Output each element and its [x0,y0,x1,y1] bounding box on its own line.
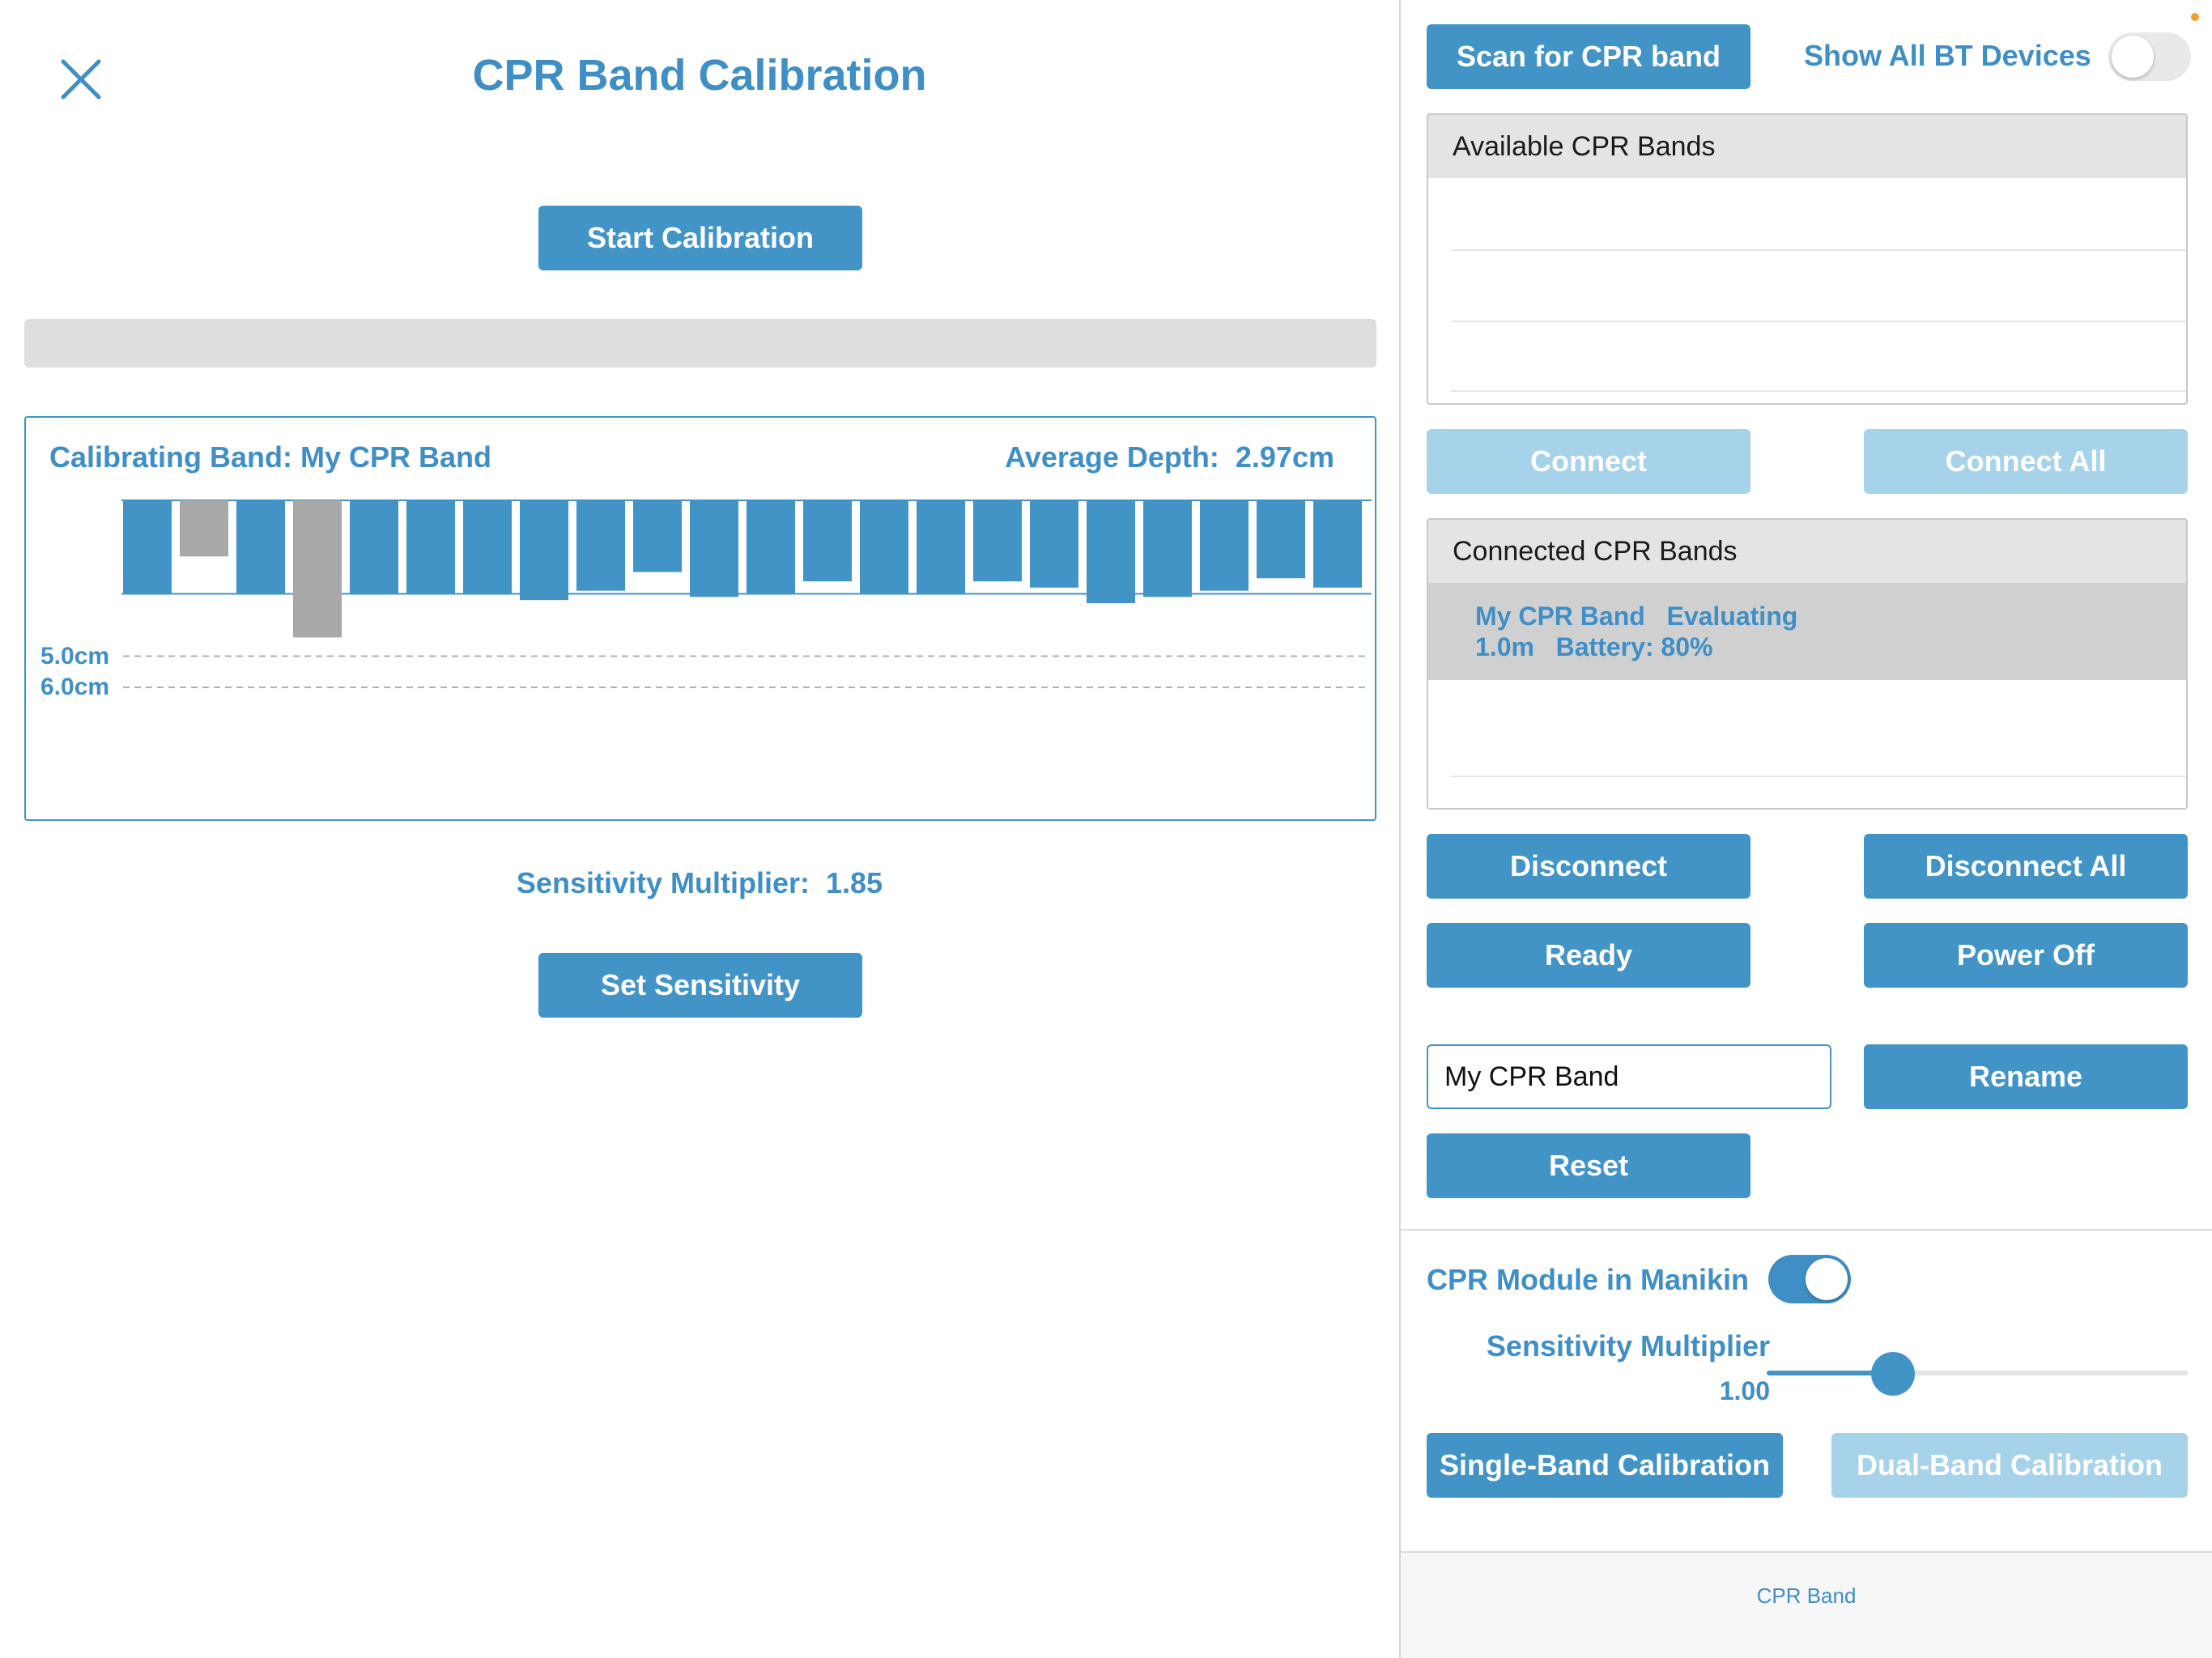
disconnect-all-button[interactable]: Disconnect All [1864,834,2188,899]
band-battery: Battery: 80% [1556,632,1713,661]
depth-bar [1257,500,1305,578]
slider-thumb[interactable] [1871,1352,1915,1396]
sensitivity-label: Sensitivity Multiplier: [517,866,810,899]
status-dot [2191,13,2199,21]
depth-bar [1313,500,1362,588]
ref-label-5cm: 5.0cm [40,643,109,670]
connected-bands-list[interactable]: Connected CPR Bands My CPR Band Evaluati… [1427,518,2188,810]
depth-bar [917,500,965,594]
depth-chart [26,418,1375,819]
connected-bands-header: Connected CPR Bands [1428,520,2186,583]
band-line-1: My CPR Band Evaluating [1475,601,2186,631]
page-title: CPR Band Calibration [0,50,1399,100]
scan-button[interactable]: Scan for CPR band [1427,24,1750,89]
list-separator [1451,321,2186,322]
depth-bar [236,500,285,594]
footer-tab-cpr-band[interactable]: CPR Band [1401,1584,2212,1609]
depth-bar [633,500,682,572]
depth-bar [690,500,738,597]
depth-bar [406,500,455,594]
depth-bar [803,500,852,581]
band-line-2: 1.0m Battery: 80% [1475,631,2186,662]
power-off-button[interactable]: Power Off [1864,923,2188,988]
cpr-module-label: CPR Module in Manikin [1427,1263,1749,1297]
depth-chart-panel: Calibrating Band: My CPR Band Average De… [24,416,1376,821]
device-sidebar: Scan for CPR band Show All BT Devices Av… [1401,0,2212,1658]
depth-bar [1200,500,1249,591]
depth-bar [1087,500,1135,603]
show-all-bt-toggle[interactable] [2108,32,2191,81]
depth-bar [123,500,172,594]
band-distance: 1.0m [1475,632,1534,661]
sensitivity-multiplier-readout: Sensitivity Multiplier: 1.85 [0,866,1399,900]
depth-bar [520,500,568,600]
depth-bar [1030,500,1078,588]
list-separator [1451,249,2186,251]
footer-bar: CPR Band [1401,1551,2212,1658]
start-calibration-button[interactable]: Start Calibration [538,206,862,270]
connect-button[interactable]: Connect [1427,429,1750,494]
multiplier-value: 1.00 [1427,1376,1770,1406]
toggle-knob [2112,36,2154,78]
depth-bar [180,500,228,556]
show-all-bt-label: Show All BT Devices [1804,39,2091,73]
depth-bar [973,500,1022,581]
available-bands-list[interactable]: Available CPR Bands [1427,113,2188,405]
calibration-progress-bar [24,319,1376,368]
section-divider [1401,1229,2212,1231]
depth-bar [293,500,342,637]
connect-all-button[interactable]: Connect All [1864,429,2188,494]
dual-band-calibration-button[interactable]: Dual-Band Calibration [1831,1433,2188,1498]
toggle-knob [1806,1258,1848,1300]
reset-button[interactable]: Reset [1427,1133,1750,1198]
cpr-module-toggle[interactable] [1768,1255,1851,1303]
depth-bar [1143,500,1192,597]
band-status: Evaluating [1666,602,1797,631]
depth-bar [350,500,398,594]
band-name-field[interactable] [1427,1044,1831,1109]
multiplier-slider[interactable] [1767,1349,2188,1397]
rename-button[interactable]: Rename [1864,1044,2188,1109]
band-name: My CPR Band [1475,602,1645,631]
depth-bar [860,500,908,594]
calibration-pane: CPR Band Calibration Start Calibration C… [0,0,1399,1658]
depth-bar [576,500,625,591]
list-separator [1451,390,2186,392]
depth-bar [747,500,795,594]
list-separator [1451,776,2186,777]
ref-label-6cm: 6.0cm [40,674,109,701]
depth-bar [463,500,512,594]
disconnect-button[interactable]: Disconnect [1427,834,1750,899]
set-sensitivity-button[interactable]: Set Sensitivity [538,953,862,1018]
connected-band-row[interactable]: My CPR Band Evaluating 1.0m Battery: 80% [1428,583,2186,680]
available-bands-header: Available CPR Bands [1428,115,2186,178]
ready-button[interactable]: Ready [1427,923,1750,988]
sensitivity-value: 1.85 [826,866,883,899]
single-band-calibration-button[interactable]: Single-Band Calibration [1427,1433,1783,1498]
multiplier-label: Sensitivity Multiplier [1427,1329,1770,1363]
